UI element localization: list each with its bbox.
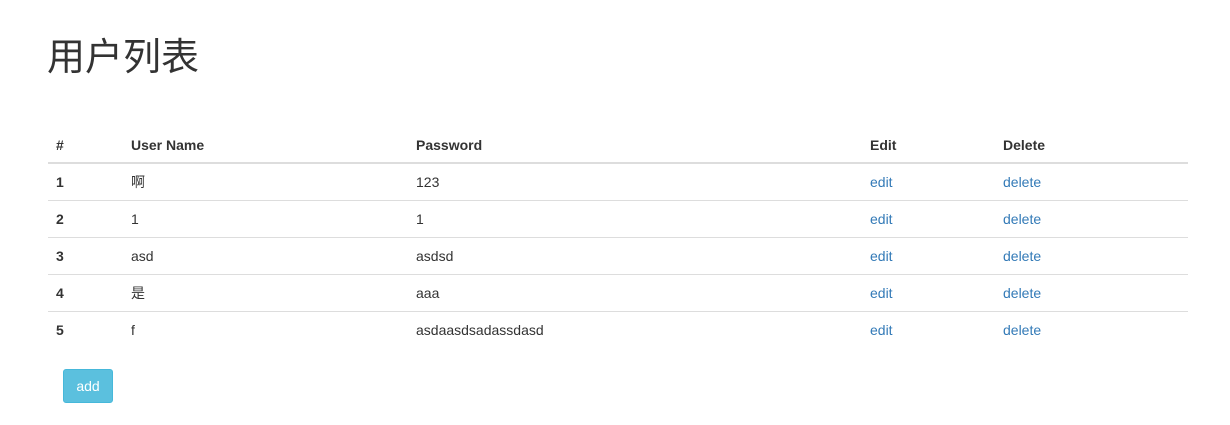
- row-password: aaa: [408, 273, 862, 311]
- row-password: asdaasdsadassdasd: [408, 310, 862, 348]
- table-row: 5 f asdaasdsadassdasd edit delete: [48, 310, 1188, 348]
- delete-link[interactable]: delete: [1003, 211, 1041, 227]
- row-edit-cell: edit: [862, 310, 995, 348]
- delete-link[interactable]: delete: [1003, 322, 1041, 338]
- row-password: 123: [416, 173, 440, 190]
- edit-link[interactable]: edit: [870, 285, 893, 301]
- table-row: 2 1 1 edit delete: [48, 199, 1188, 237]
- row-num: 4: [48, 273, 123, 311]
- row-user-name: 是: [123, 273, 408, 311]
- row-delete-cell: delete: [995, 163, 1188, 200]
- edit-link[interactable]: edit: [870, 174, 893, 190]
- row-edit-cell: edit: [862, 163, 995, 200]
- table-header-row: # User Name Password Edit Delete: [48, 127, 1188, 164]
- row-edit-cell: edit: [862, 236, 995, 274]
- header-edit: Edit: [862, 127, 995, 164]
- delete-link[interactable]: delete: [1003, 248, 1041, 264]
- table-body: 1 啊 123 edit delete 2 1 1 edit delete 3 …: [48, 163, 1188, 348]
- user-table: # User Name Password Edit Delete 1 啊 123…: [48, 127, 1188, 348]
- row-delete-cell: delete: [995, 199, 1188, 237]
- table-header: # User Name Password Edit Delete: [48, 127, 1188, 164]
- page: 用户列表 # User Name Password Edit Delete 1 …: [0, 0, 1230, 425]
- row-delete-cell: delete: [995, 273, 1188, 311]
- row-user-name: asd: [123, 236, 408, 274]
- table-row: 1 啊 123 edit delete: [48, 163, 1188, 200]
- add-button[interactable]: add: [63, 369, 113, 403]
- row-num: 5: [48, 310, 123, 348]
- row-edit-cell: edit: [862, 199, 995, 237]
- delete-link[interactable]: delete: [1003, 174, 1041, 190]
- row-num: 2: [48, 199, 123, 237]
- header-num: #: [48, 127, 123, 164]
- row-user-name: f: [123, 310, 408, 348]
- page-title: 用户列表: [47, 35, 200, 79]
- row-delete-cell: delete: [995, 310, 1188, 348]
- row-edit-cell: edit: [862, 273, 995, 311]
- header-delete: Delete: [995, 127, 1188, 164]
- row-password: asdsd: [408, 236, 862, 274]
- row-user-name: 啊: [131, 173, 145, 190]
- row-num: 1: [56, 173, 64, 190]
- table-row: 3 asd asdsd edit delete: [48, 236, 1188, 274]
- row-delete-cell: delete: [995, 236, 1188, 274]
- delete-link[interactable]: delete: [1003, 285, 1041, 301]
- header-password: Password: [408, 127, 862, 164]
- row-user-name: 1: [123, 199, 408, 237]
- edit-link[interactable]: edit: [870, 211, 893, 227]
- table-row: 4 是 aaa edit delete: [48, 273, 1188, 311]
- row-num: 3: [48, 236, 123, 274]
- header-user-name: User Name: [123, 127, 408, 164]
- edit-link[interactable]: edit: [870, 322, 893, 338]
- row-password: 1: [408, 199, 862, 237]
- edit-link[interactable]: edit: [870, 248, 893, 264]
